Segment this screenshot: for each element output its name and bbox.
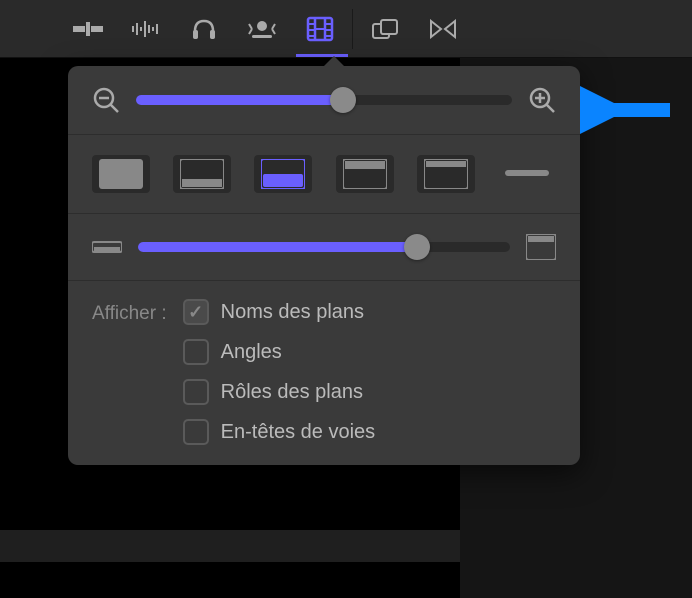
zoom-in-icon[interactable]	[528, 86, 556, 114]
zoom-slider[interactable]	[136, 95, 512, 105]
checkbox-lane-headers[interactable]	[183, 419, 209, 445]
headphones-icon	[191, 17, 217, 41]
large-clip-icon	[526, 234, 556, 260]
color-balance-tool[interactable]	[240, 9, 284, 49]
clip-display-5[interactable]	[498, 155, 556, 193]
show-options: Afficher : Noms des plans Angles Rôles d…	[68, 281, 580, 449]
height-slider-thumb[interactable]	[404, 234, 430, 260]
snap-icon	[73, 19, 103, 39]
headphones-tool[interactable]	[182, 9, 226, 49]
callout-arrow	[580, 85, 680, 135]
clip-display-1[interactable]	[173, 155, 231, 193]
clip-appearance-popover: Afficher : Noms des plans Angles Rôles d…	[68, 66, 580, 465]
checkbox-clip-names[interactable]	[183, 299, 209, 325]
skip-tool[interactable]	[421, 9, 465, 49]
checkbox-angles[interactable]	[183, 339, 209, 365]
check-roles[interactable]: Rôles des plans	[183, 379, 376, 405]
range-tool[interactable]	[363, 9, 407, 49]
filmstrip-icon	[306, 16, 334, 42]
check-clip-names[interactable]: Noms des plans	[183, 299, 376, 325]
color-balance-icon	[247, 18, 277, 40]
snap-tool[interactable]	[66, 9, 110, 49]
toolbar	[0, 0, 692, 58]
filmstrip-tool[interactable]	[298, 9, 342, 49]
show-label: Afficher :	[92, 299, 167, 445]
zoom-out-icon[interactable]	[92, 86, 120, 114]
skip-icon	[429, 19, 457, 39]
zoom-slider-thumb[interactable]	[330, 87, 356, 113]
clip-display-3[interactable]	[336, 155, 394, 193]
check-angles[interactable]: Angles	[183, 339, 376, 365]
small-clip-icon	[92, 238, 122, 256]
height-slider[interactable]	[138, 242, 510, 252]
overlap-icon	[371, 18, 399, 40]
checkbox-roles[interactable]	[183, 379, 209, 405]
clip-display-0[interactable]	[92, 155, 150, 193]
audio-wave-tool[interactable]	[124, 9, 168, 49]
clip-display-4[interactable]	[417, 155, 475, 193]
check-lane-headers[interactable]: En-têtes de voies	[183, 419, 376, 445]
waveform-icon	[131, 19, 161, 39]
clip-display-2[interactable]	[254, 155, 312, 193]
clip-display-row	[68, 135, 580, 214]
